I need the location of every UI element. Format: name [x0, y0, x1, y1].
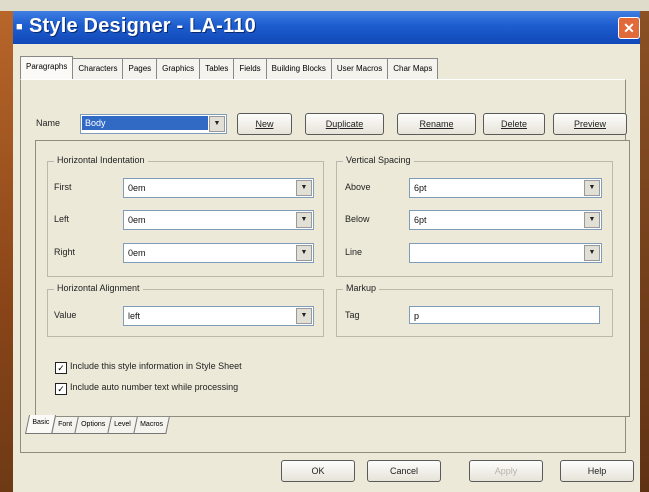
line-spacing-select[interactable]: ▼ — [409, 243, 602, 263]
line-label: Line — [345, 247, 363, 257]
delete-button[interactable]: Delete — [483, 113, 545, 135]
right-indent-value: 0em — [128, 248, 146, 258]
tag-input[interactable]: p — [409, 306, 600, 324]
tab-pages[interactable]: Pages — [122, 58, 158, 79]
style-sheet-checkbox-label: Include this style information in Style … — [70, 361, 242, 371]
chevron-down-icon[interactable]: ▼ — [584, 180, 600, 196]
horizontal-indentation-group: Horizontal Indentation First 0em ▼ Left … — [47, 155, 324, 277]
below-spacing-select[interactable]: 6pt ▼ — [409, 210, 602, 230]
tab-macros[interactable]: Macros — [133, 417, 170, 434]
new-button[interactable]: New — [237, 113, 292, 135]
help-button[interactable]: Help — [560, 460, 634, 482]
preview-button[interactable]: Preview — [553, 113, 627, 135]
background-right-edge — [640, 11, 649, 492]
left-label: Left — [54, 214, 70, 224]
horizontal-alignment-title: Horizontal Alignment — [54, 283, 143, 293]
rename-button[interactable]: Rename — [397, 113, 476, 135]
name-label: Name — [36, 118, 61, 128]
background-top-band — [0, 0, 649, 11]
tab-level-label: Level — [114, 421, 132, 428]
tab-options-label: Options — [81, 421, 106, 428]
close-icon: ✕ — [623, 20, 635, 36]
first-indent-value: 0em — [128, 183, 146, 193]
tab-characters[interactable]: Characters — [72, 58, 124, 79]
below-spacing-value: 6pt — [414, 215, 427, 225]
tab-paragraphs[interactable]: Paragraphs — [20, 56, 74, 79]
vertical-spacing-title: Vertical Spacing — [343, 155, 414, 165]
vertical-spacing-group: Vertical Spacing Above 6pt ▼ Below 6pt ▼… — [336, 155, 613, 277]
above-spacing-value: 6pt — [414, 183, 427, 193]
tab-graphics[interactable]: Graphics — [156, 58, 201, 79]
background-left-edge — [0, 11, 13, 492]
apply-button[interactable]: Apply — [469, 460, 543, 482]
tab-user-macros[interactable]: User Macros — [330, 58, 389, 79]
chevron-down-icon[interactable]: ▼ — [296, 212, 312, 228]
window-title: Style Designer - LA-110 — [29, 15, 256, 37]
tab-char-maps[interactable]: Char Maps — [387, 58, 439, 79]
ok-button[interactable]: OK — [281, 460, 355, 482]
tab-tables[interactable]: Tables — [199, 58, 235, 79]
first-indent-select[interactable]: 0em ▼ — [123, 178, 314, 198]
tab-font-label: Font — [58, 421, 73, 428]
duplicate-button[interactable]: Duplicate — [305, 113, 384, 135]
app-icon: ■ — [16, 21, 23, 33]
tab-macros-label: Macros — [140, 421, 164, 428]
screenshot-frame: ■ Style Designer - LA-110 ✕ Paragraphs C… — [0, 0, 649, 492]
tab-options[interactable]: Options — [74, 417, 113, 434]
below-label: Below — [345, 214, 370, 224]
close-button[interactable]: ✕ — [618, 17, 640, 39]
top-tab-strip: Paragraphs Characters Pages Graphics Tab… — [20, 56, 439, 80]
chevron-down-icon[interactable]: ▼ — [209, 116, 225, 132]
tab-fields[interactable]: Fields — [233, 58, 267, 79]
alignment-select[interactable]: left ▼ — [123, 306, 314, 326]
horizontal-alignment-group: Horizontal Alignment Value left ▼ — [47, 283, 324, 337]
right-indent-select[interactable]: 0em ▼ — [123, 243, 314, 263]
horizontal-indentation-title: Horizontal Indentation — [54, 155, 148, 165]
auto-number-checkbox-label: Include auto number text while processin… — [70, 382, 239, 392]
chevron-down-icon[interactable]: ▼ — [296, 245, 312, 261]
markup-title: Markup — [343, 283, 380, 293]
value-label: Value — [54, 310, 77, 320]
cancel-button[interactable]: Cancel — [367, 460, 441, 482]
above-label: Above — [345, 182, 371, 192]
first-label: First — [54, 182, 72, 192]
tab-basic-label: Basic — [32, 419, 50, 426]
alignment-value: left — [128, 311, 141, 321]
above-spacing-select[interactable]: 6pt ▼ — [409, 178, 602, 198]
chevron-down-icon[interactable]: ▼ — [584, 212, 600, 228]
basic-tab-panel: Horizontal Indentation First 0em ▼ Left … — [35, 140, 630, 417]
markup-group: Markup Tag p — [336, 283, 613, 337]
chevron-down-icon[interactable]: ▼ — [296, 308, 312, 324]
chevron-down-icon[interactable]: ▼ — [584, 245, 600, 261]
style-name-value: Body — [82, 116, 208, 130]
left-indent-value: 0em — [128, 215, 146, 225]
tag-label: Tag — [345, 310, 360, 320]
right-label: Right — [54, 247, 76, 257]
left-indent-select[interactable]: 0em ▼ — [123, 210, 314, 230]
style-name-select[interactable]: Body ▼ — [80, 114, 227, 134]
chevron-down-icon[interactable]: ▼ — [296, 180, 312, 196]
auto-number-checkbox[interactable]: ✓ — [55, 383, 67, 395]
tab-building-blocks[interactable]: Building Blocks — [265, 58, 332, 79]
title-bar[interactable]: ■ Style Designer - LA-110 ✕ — [13, 11, 640, 44]
bottom-tab-strip: Basic Font Options Level Macros — [24, 415, 170, 435]
style-sheet-checkbox[interactable]: ✓ — [55, 362, 67, 374]
